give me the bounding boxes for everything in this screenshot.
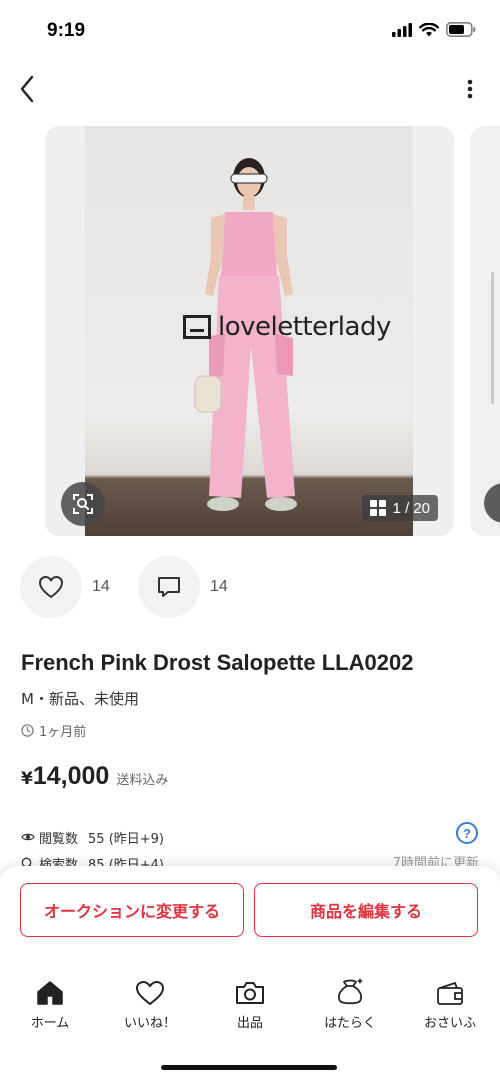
grid-icon bbox=[370, 500, 387, 516]
tab-home[interactable]: ホーム bbox=[0, 976, 100, 1032]
image-carousel[interactable]: loveletterlady 1 / 20 bbox=[0, 126, 500, 536]
product-image-slide[interactable]: loveletterlady 1 / 20 bbox=[45, 126, 454, 536]
action-row: 14 14 bbox=[20, 556, 246, 618]
wifi-icon bbox=[419, 22, 439, 36]
clock-icon bbox=[21, 724, 34, 737]
wallet-icon bbox=[437, 982, 463, 1005]
battery-icon bbox=[446, 22, 476, 37]
camera-icon bbox=[236, 982, 264, 1004]
change-to-auction-button[interactable]: オークションに変更する bbox=[20, 883, 244, 937]
tab-bar: ホーム いいね！ 出品 はたらく おさいふ bbox=[0, 976, 500, 1032]
brand-name: loveletterlady bbox=[218, 312, 391, 342]
tab-sell-label: 出品 bbox=[236, 1016, 263, 1031]
back-button[interactable] bbox=[12, 72, 42, 106]
eye-icon bbox=[21, 833, 35, 841]
heart-icon bbox=[136, 981, 164, 1005]
next-slide-button-peek bbox=[484, 483, 500, 523]
shipping-note: 送料込み bbox=[116, 773, 169, 788]
status-time: 9:19 bbox=[47, 20, 86, 41]
more-vertical-icon bbox=[467, 79, 473, 99]
posted-time-text: 1ヶ月前 bbox=[39, 725, 87, 740]
views-label: 閲覧数 bbox=[39, 831, 79, 847]
price-symbol: ¥ bbox=[21, 769, 33, 789]
brand-mark-icon bbox=[183, 315, 211, 339]
posted-time: 1ヶ月前 bbox=[21, 721, 86, 740]
tab-wallet[interactable]: おさいふ bbox=[400, 976, 500, 1032]
home-indicator bbox=[161, 1065, 337, 1070]
more-button[interactable] bbox=[464, 74, 476, 104]
bottom-action-sheet: オークションに変更する 商品を編集する ホーム いいね！ 出品 はたらく おさい… bbox=[0, 866, 500, 1080]
nav-bar bbox=[0, 62, 500, 114]
price: ¥ 14,000 送料込み bbox=[21, 762, 168, 791]
brand-logo: loveletterlady bbox=[183, 312, 391, 342]
price-value: 14,000 bbox=[32, 762, 110, 790]
item-title: French Pink Drost Salopette LLA0202 bbox=[21, 650, 414, 675]
tab-sell[interactable]: 出品 bbox=[200, 976, 300, 1032]
views-value: 55 (昨日+9) bbox=[88, 831, 164, 847]
tab-likes-label: いいね！ bbox=[123, 1016, 176, 1031]
like-button[interactable] bbox=[20, 556, 82, 618]
views-row: 閲覧数 55 (昨日+9) bbox=[21, 824, 479, 850]
comment-count: 14 bbox=[210, 578, 228, 595]
next-image-slide[interactable] bbox=[470, 126, 500, 536]
image-search-icon bbox=[73, 494, 93, 514]
status-bar: 9:19 bbox=[0, 0, 500, 62]
tab-wallet-label: おさいふ bbox=[423, 1016, 476, 1031]
tab-work-label: はたらく bbox=[324, 1016, 376, 1031]
signal-icon bbox=[392, 22, 412, 37]
like-count: 14 bbox=[92, 578, 110, 595]
image-counter[interactable]: 1 / 20 bbox=[362, 495, 438, 521]
tab-likes[interactable]: いいね！ bbox=[100, 976, 200, 1032]
image-search-button[interactable] bbox=[61, 482, 105, 526]
item-condition: M・新品、未使用 bbox=[21, 690, 139, 708]
status-icons bbox=[392, 22, 476, 37]
tab-home-label: ホーム bbox=[30, 1016, 70, 1031]
image-counter-text: 1 / 20 bbox=[392, 499, 430, 517]
home-icon bbox=[37, 981, 63, 1005]
edit-item-button[interactable]: 商品を編集する bbox=[254, 883, 478, 937]
product-photo[interactable]: loveletterlady bbox=[85, 126, 413, 536]
money-bag-icon bbox=[337, 978, 363, 1005]
comment-icon bbox=[158, 577, 180, 597]
scroll-indicator bbox=[491, 272, 494, 404]
tab-work[interactable]: はたらく bbox=[300, 976, 400, 1032]
help-icon[interactable]: ? bbox=[456, 822, 478, 844]
comment-button[interactable] bbox=[138, 556, 200, 618]
heart-icon bbox=[39, 576, 63, 598]
chevron-left-icon bbox=[20, 75, 34, 103]
